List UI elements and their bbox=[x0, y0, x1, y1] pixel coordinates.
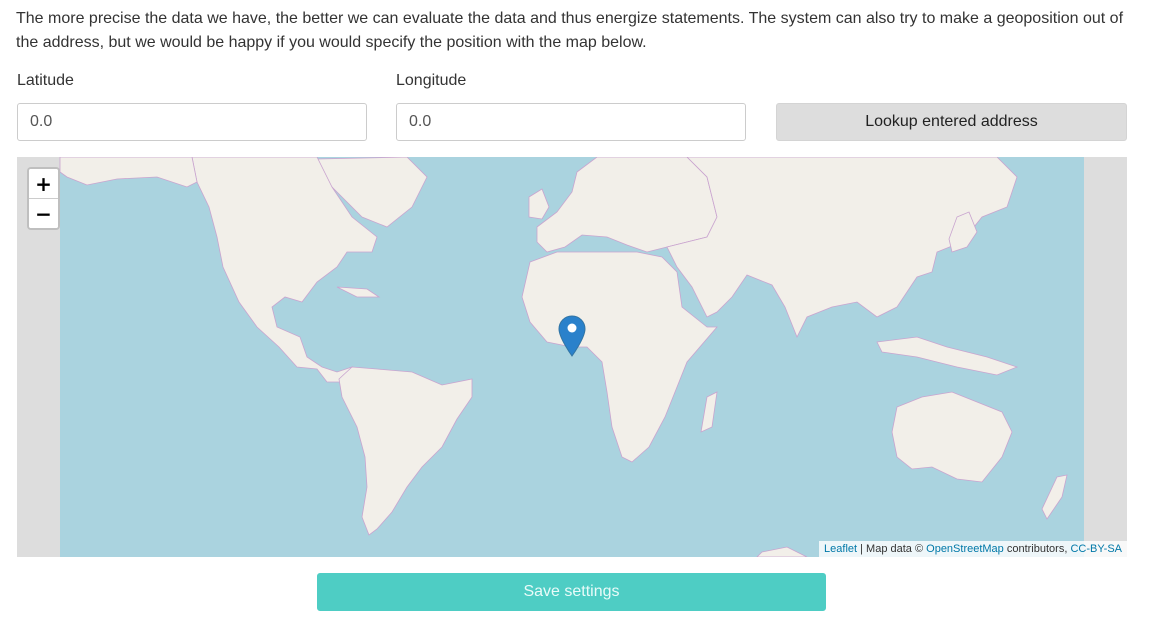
zoom-control: + − bbox=[27, 167, 60, 230]
map-attribution: Leaflet | Map data © OpenStreetMap contr… bbox=[819, 541, 1127, 557]
zoom-in-button[interactable]: + bbox=[29, 169, 58, 199]
zoom-out-button[interactable]: − bbox=[29, 199, 58, 228]
world-map-tiles bbox=[17, 157, 1127, 557]
intro-text: The more precise the data we have, the b… bbox=[16, 10, 1124, 51]
longitude-label: Longitude bbox=[396, 72, 467, 89]
latitude-label: Latitude bbox=[17, 72, 74, 89]
longitude-input[interactable] bbox=[396, 103, 746, 141]
map-view[interactable]: + − Leaflet | Map data © OpenStreetMap c… bbox=[17, 157, 1127, 557]
save-settings-button[interactable]: Save settings bbox=[317, 573, 826, 611]
license-link[interactable]: CC-BY-SA bbox=[1070, 543, 1122, 555]
leaflet-link[interactable]: Leaflet bbox=[824, 543, 857, 555]
contributors-text: contributors, bbox=[1003, 543, 1071, 555]
map-pin-icon[interactable] bbox=[558, 315, 586, 357]
map-data-text: | Map data © bbox=[857, 543, 927, 555]
latitude-input[interactable] bbox=[17, 103, 367, 141]
lookup-address-button[interactable]: Lookup entered address bbox=[776, 103, 1127, 141]
openstreetmap-link[interactable]: OpenStreetMap bbox=[926, 543, 1004, 555]
